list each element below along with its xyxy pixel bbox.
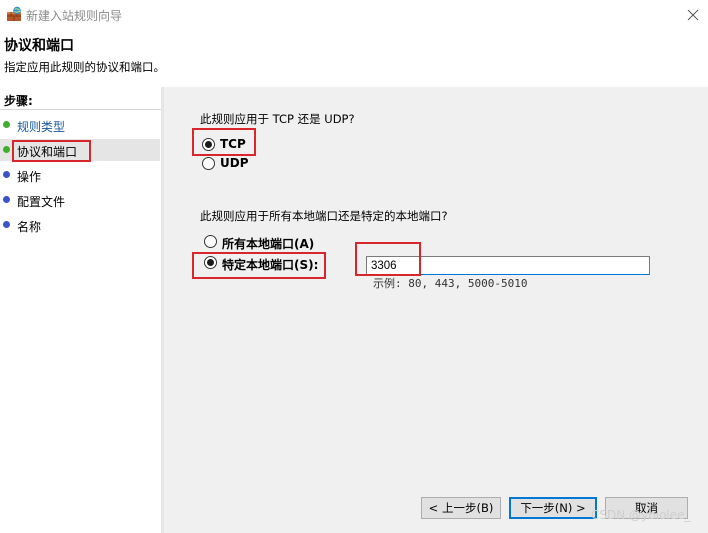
window-title: 新建入站规则向导: [26, 9, 123, 23]
udp-label[interactable]: UDP: [220, 156, 249, 170]
step-status-icon: [3, 221, 10, 228]
step-status-icon: [3, 146, 10, 153]
step-label: 名称: [17, 220, 42, 234]
step-label: 配置文件: [17, 195, 66, 209]
udp-radio[interactable]: [202, 157, 215, 170]
specific-ports-radio[interactable]: [204, 256, 217, 269]
radio-dot: [207, 259, 214, 266]
watermark: CSDN @ybiolee_: [591, 508, 691, 522]
sidebar-divider: [0, 109, 161, 110]
highlight-box: [355, 242, 421, 276]
step-status-icon: [3, 121, 10, 128]
step-label: 操作: [17, 170, 42, 184]
all-ports-radio[interactable]: [204, 235, 217, 248]
step-action[interactable]: 操作: [0, 164, 160, 186]
protocol-question: 此规则应用于 TCP 还是 UDP?: [200, 112, 355, 126]
port-example-hint: 示例: 80, 443, 5000-5010: [373, 277, 528, 290]
step-status-icon: [3, 171, 10, 178]
page-subtitle: 指定应用此规则的协议和端口。: [4, 60, 165, 74]
radio-dot: [205, 141, 212, 148]
firewall-app-icon: [6, 6, 22, 22]
step-profile[interactable]: 配置文件: [0, 189, 160, 211]
steps-heading: 步骤:: [4, 94, 33, 108]
back-button[interactable]: < 上一步(B): [421, 497, 501, 519]
wizard-header: [0, 30, 708, 83]
step-rule-type[interactable]: 规则类型: [0, 114, 160, 136]
all-ports-label[interactable]: 所有本地端口(A): [222, 235, 314, 252]
page-title: 协议和端口: [4, 38, 74, 54]
next-button[interactable]: 下一步(N) >: [509, 497, 597, 519]
step-name[interactable]: 名称: [0, 214, 160, 236]
highlight-box: [12, 140, 91, 162]
step-label: 规则类型: [17, 120, 66, 134]
close-button[interactable]: [680, 4, 706, 26]
tcp-label[interactable]: TCP: [220, 137, 246, 151]
step-status-icon: [3, 196, 10, 203]
tcp-radio[interactable]: [202, 138, 215, 151]
specific-ports-label[interactable]: 特定本地端口(S):: [222, 256, 318, 273]
close-icon: [687, 9, 699, 21]
port-question: 此规则应用于所有本地端口还是特定的本地端口?: [200, 209, 448, 223]
